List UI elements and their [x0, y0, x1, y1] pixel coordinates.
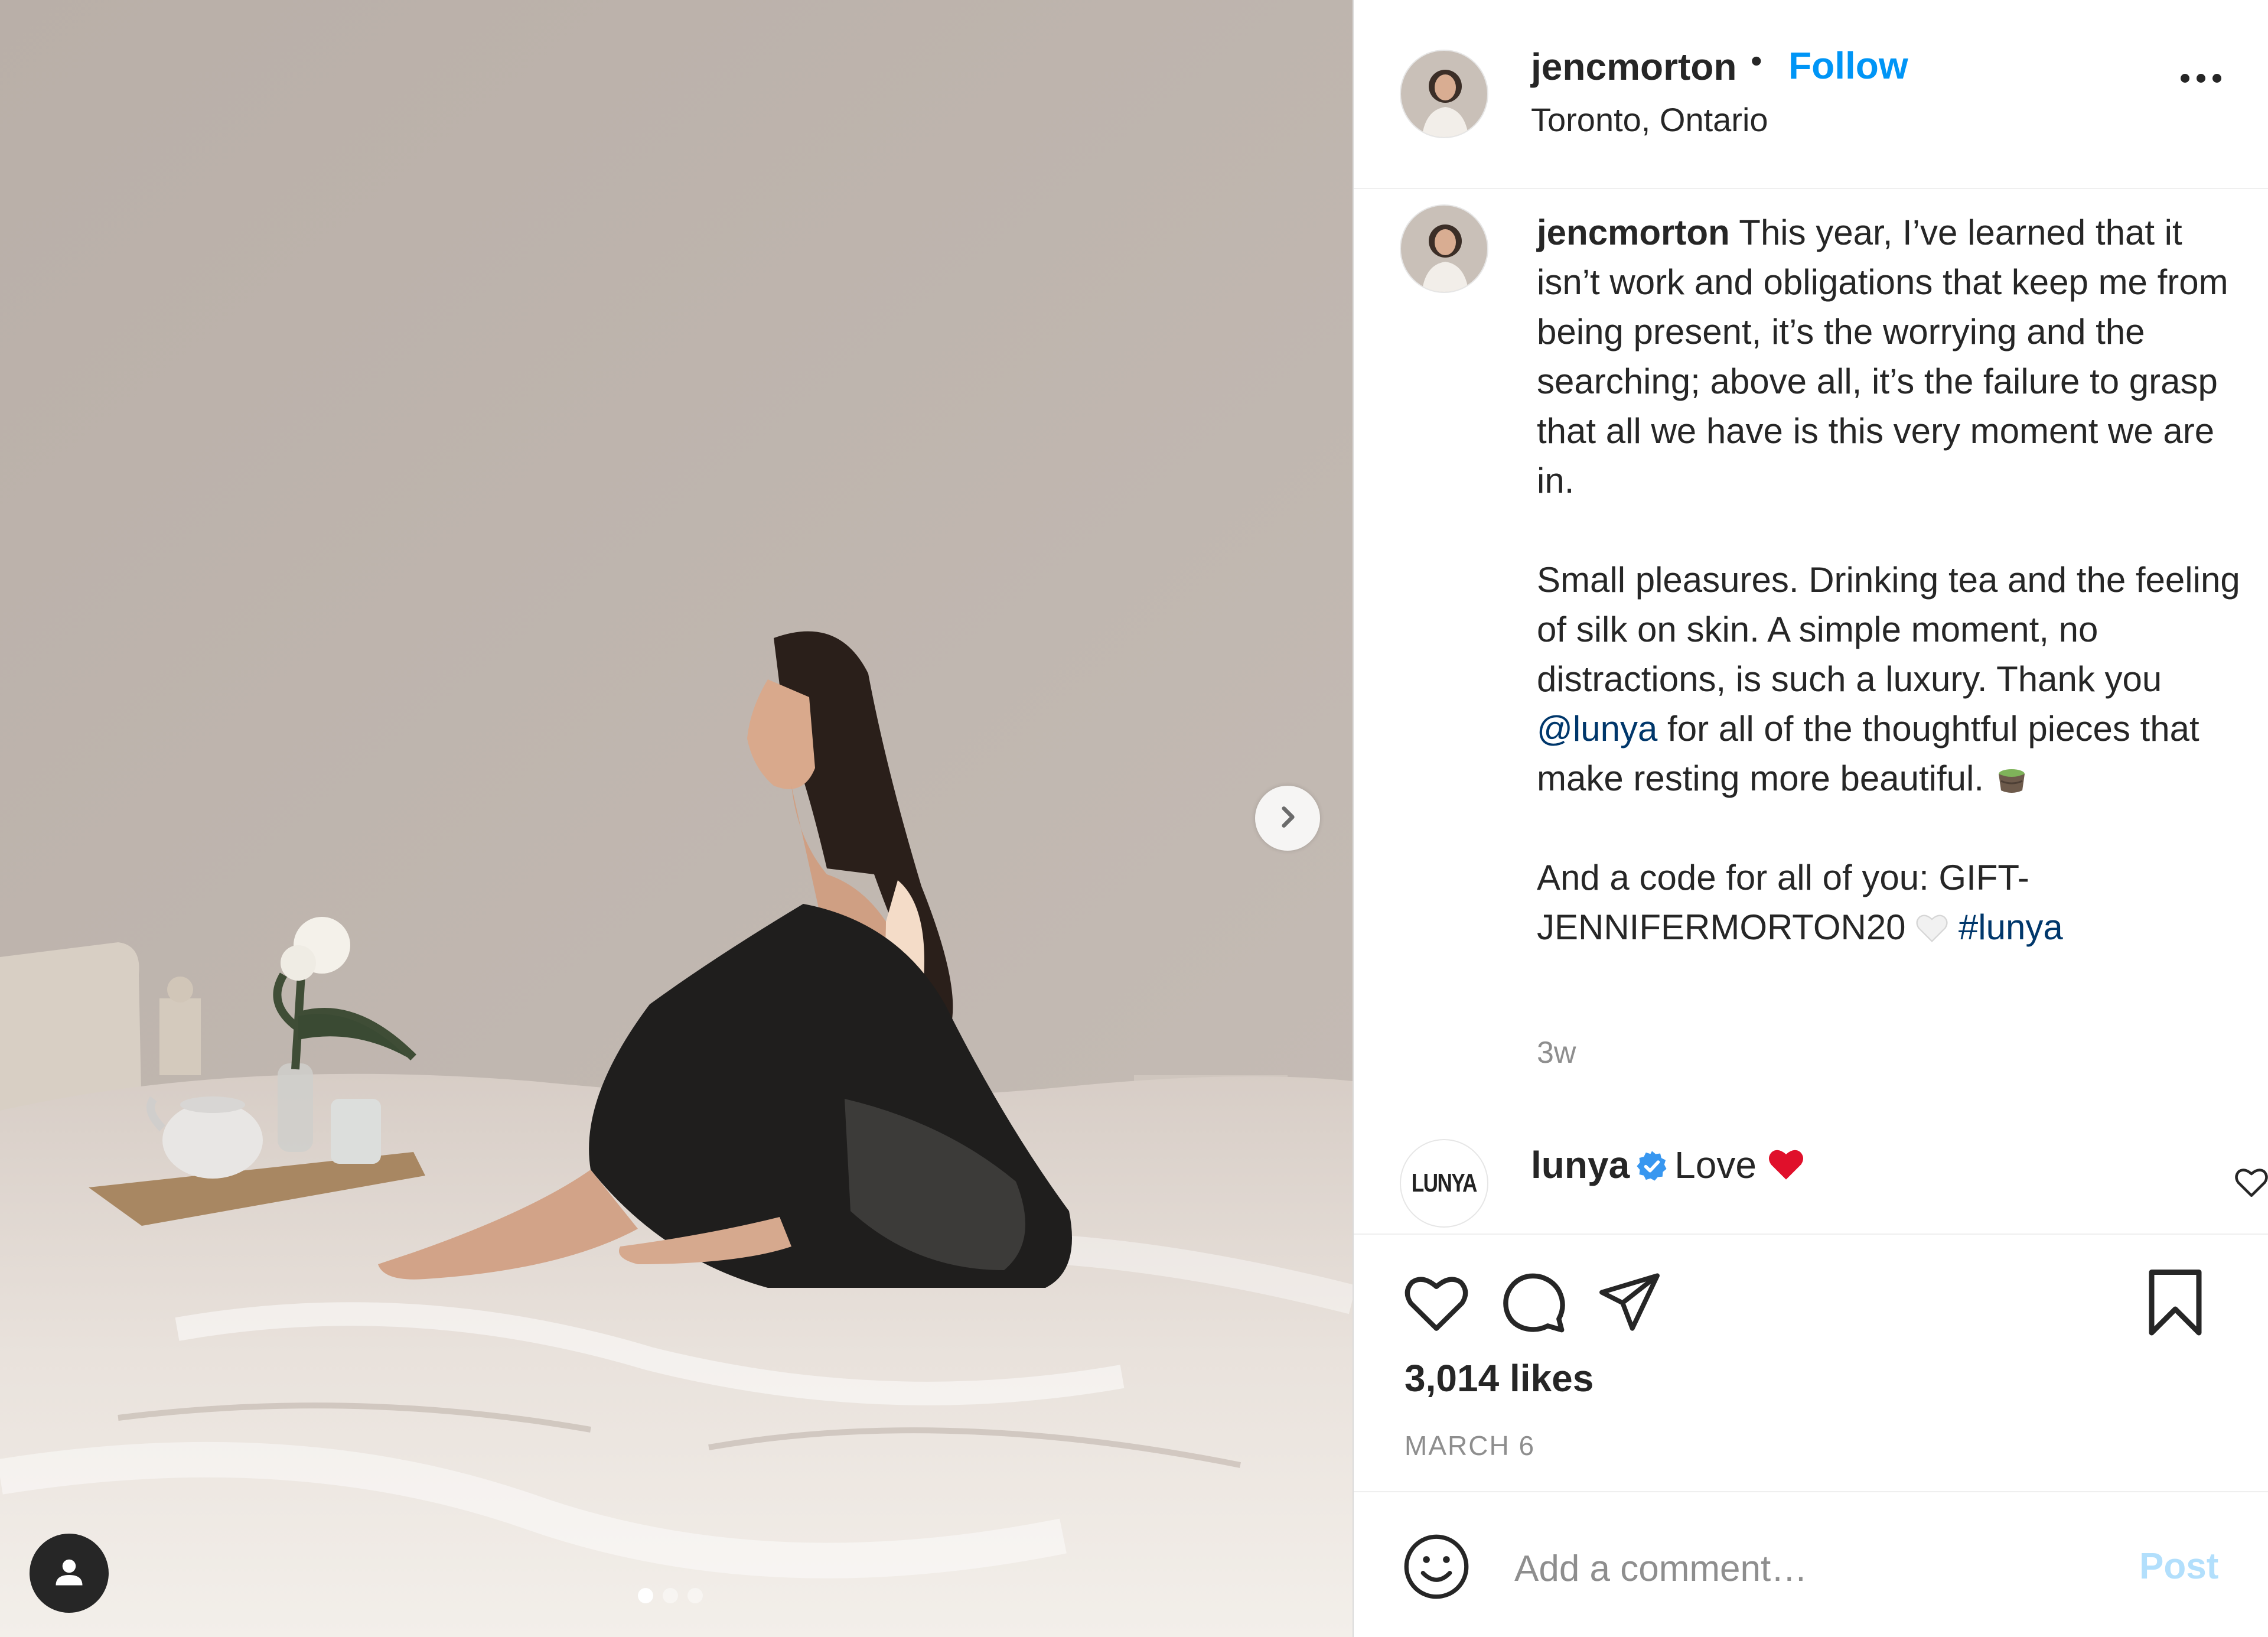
more-dot [2197, 74, 2205, 83]
caption-text-1: This year, I’ve learned that it isn’t wo… [1537, 213, 2228, 500]
emoji-picker-button[interactable] [1402, 1532, 1471, 1604]
header-separator: • [1751, 42, 1762, 79]
heart-icon [2234, 1169, 2268, 1200]
commenter-avatar[interactable]: LUNYA [1400, 1139, 1488, 1228]
header-divider [1354, 188, 2268, 189]
post-location[interactable]: Toronto, Ontario [1531, 100, 1768, 139]
post-comment-button[interactable]: Post [2139, 1545, 2218, 1587]
comments-divider [1354, 1234, 2268, 1235]
carousel-dot [687, 1588, 703, 1603]
post-sidebar: jencmorton • Follow Toronto, Ontario jen… [1353, 0, 2268, 1637]
more-options-button[interactable] [2181, 74, 2221, 83]
follow-button[interactable]: Follow [1788, 44, 1908, 87]
red-heart-icon [1767, 1144, 1803, 1180]
comment-text: Love [1674, 1144, 1757, 1186]
mention-link[interactable]: @lunya [1537, 709, 1657, 748]
like-button[interactable] [1402, 1270, 1471, 1336]
share-button[interactable] [1596, 1270, 1663, 1337]
carousel-dot [638, 1588, 653, 1603]
post-view: jencmorton • Follow Toronto, Ontario jen… [0, 0, 2268, 1637]
heart-icon [1402, 1277, 1471, 1335]
caption-timestamp[interactable]: 3w [1537, 1035, 1576, 1070]
comment-username[interactable]: lunya [1531, 1144, 1630, 1186]
likes-count[interactable]: 3,014 likes [1405, 1356, 1594, 1400]
comment-like-button[interactable] [2234, 1165, 2268, 1201]
caption-text-3: And a code for all of you: GIFT-JENNIFER… [1537, 858, 2029, 947]
author-username[interactable]: jencmorton [1531, 45, 1736, 89]
photo-scene [0, 0, 1353, 1637]
verified-badge-icon [1635, 1145, 1669, 1181]
comment-input[interactable] [1513, 1538, 2136, 1599]
caption-username[interactable]: jencmorton [1537, 213, 1730, 252]
composer-divider [1354, 1491, 2268, 1492]
post-photo [0, 0, 1353, 1637]
caption-text-2a: Small pleasures. Drinking tea and the fe… [1537, 560, 2240, 699]
chevron-right-icon [1273, 802, 1302, 835]
caption-avatar[interactable] [1400, 204, 1488, 293]
white-heart-icon [1915, 906, 1948, 942]
more-dot [2181, 74, 2189, 83]
save-button[interactable] [2143, 1268, 2208, 1342]
hashtag-link[interactable]: #lunya [1959, 907, 2063, 947]
next-slide-button[interactable] [1255, 786, 1320, 851]
lunya-logo: LUNYA [1411, 1169, 1478, 1197]
carousel-dot [663, 1588, 678, 1603]
post-date: MARCH 6 [1405, 1430, 1536, 1461]
tea-emoji-icon [1994, 759, 2029, 793]
comment: lunya Love [1531, 1140, 1803, 1190]
tagged-users-button[interactable] [30, 1534, 109, 1613]
more-dot [2212, 74, 2221, 83]
author-avatar[interactable] [1400, 50, 1488, 138]
paper-plane-icon [1596, 1273, 1663, 1336]
comment-button[interactable] [1499, 1268, 1569, 1340]
bookmark-icon [2143, 1270, 2208, 1341]
post-caption: jencmorton This year, I’ve learned that … [1537, 208, 2246, 952]
smiley-icon [1402, 1534, 1471, 1603]
user-icon [51, 1554, 87, 1593]
comment-bubble-icon [1499, 1273, 1569, 1340]
carousel-indicator [638, 1588, 703, 1603]
